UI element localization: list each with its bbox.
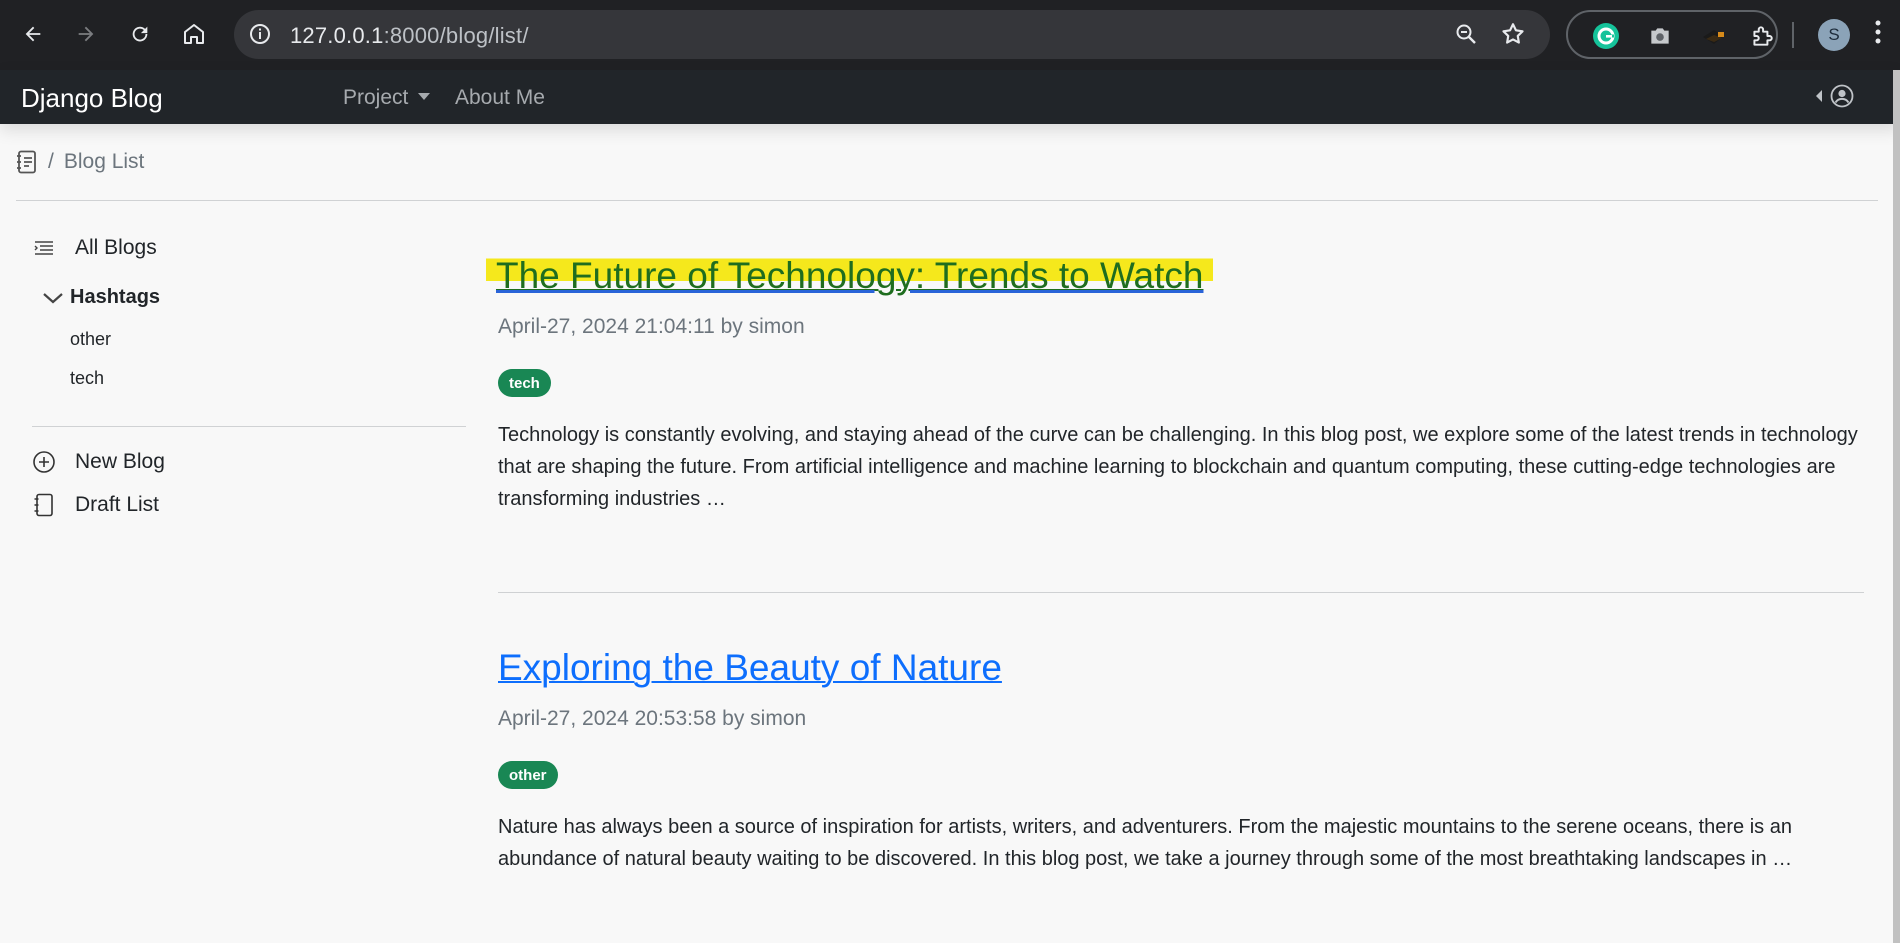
browser-toolbar: 127.0.0.1:8000/blog/list/ S — [0, 0, 1900, 70]
breadcrumb-separator: / — [48, 150, 54, 173]
hashtag-link-other[interactable]: other — [70, 329, 111, 350]
url-path: :8000/blog/list/ — [383, 23, 529, 48]
home-button[interactable] — [177, 17, 211, 51]
hashtag-link-tech[interactable]: tech — [70, 368, 104, 389]
address-bar[interactable]: 127.0.0.1:8000/blog/list/ — [234, 10, 1550, 59]
back-button[interactable] — [16, 17, 50, 51]
reload-button[interactable] — [123, 17, 157, 51]
forward-button[interactable] — [69, 17, 103, 51]
breadcrumb-current: Blog List — [63, 150, 145, 173]
camera-icon[interactable] — [1646, 22, 1674, 50]
header-divider — [16, 200, 1878, 201]
about-me-link[interactable]: About Me — [455, 86, 545, 110]
post-title-text: The Future of Technology: Trends to Watc… — [496, 255, 1204, 296]
sidebar-item-draft-list[interactable]: Draft List — [32, 493, 159, 517]
journal-text-icon[interactable] — [16, 150, 38, 174]
url-text[interactable]: 127.0.0.1:8000/blog/list/ — [290, 23, 529, 49]
hashtags-title: Hashtags — [70, 286, 161, 308]
sidebar-divider — [32, 426, 466, 427]
toolbar-divider — [1792, 22, 1794, 48]
draft-list-label: Draft List — [75, 493, 160, 516]
home-icon — [184, 24, 204, 44]
url-host: 127.0.0.1 — [290, 23, 384, 48]
hashtags-toggle[interactable]: Hashtags — [42, 286, 160, 309]
post-title-link[interactable]: Exploring the Beauty of Nature — [498, 647, 1002, 689]
list-nested-icon — [32, 236, 56, 260]
zoom-icon[interactable] — [1454, 22, 1478, 51]
cursor-extension-icon[interactable] — [1700, 22, 1728, 50]
post-excerpt: Technology is constantly evolving, and s… — [498, 424, 1858, 510]
project-label: Project — [343, 86, 409, 109]
extensions-puzzle-icon[interactable] — [1748, 22, 1776, 50]
post-tag-badge[interactable]: tech — [498, 369, 551, 397]
post-meta: April-27, 2024 20:53:58 by simon — [498, 707, 807, 730]
extensions-group — [1566, 10, 1778, 59]
page-scrollbar[interactable] — [1893, 70, 1900, 943]
forward-arrow-icon — [78, 26, 94, 42]
user-menu[interactable] — [1816, 84, 1854, 108]
profile-avatar[interactable]: S — [1818, 19, 1850, 51]
reload-icon — [132, 26, 148, 42]
back-arrow-icon — [25, 26, 41, 42]
post-divider — [498, 592, 1864, 593]
sidebar-item-new-blog[interactable]: New Blog — [32, 450, 165, 474]
post-tag-badge[interactable]: other — [498, 761, 558, 789]
journal-icon — [32, 493, 56, 517]
sidebar-item-all-blogs[interactable]: All Blogs — [32, 236, 157, 260]
browser-menu-icon[interactable] — [1874, 18, 1882, 51]
chevron-down-icon — [43, 292, 63, 303]
brand-link[interactable]: Django Blog — [21, 83, 163, 114]
all-blogs-label: All Blogs — [75, 236, 157, 259]
site-navbar: Django Blog Project About Me — [0, 70, 1900, 124]
post-title-link[interactable]: The Future of Technology: Trends to Watc… — [486, 255, 1214, 297]
project-dropdown[interactable]: Project — [343, 86, 431, 110]
user-circle-icon — [1830, 84, 1854, 108]
bookmark-star-icon[interactable] — [1500, 21, 1526, 52]
new-blog-label: New Blog — [75, 450, 165, 473]
scrollbar-thumb[interactable] — [1893, 70, 1900, 943]
post-meta: April-27, 2024 21:04:11 by simon — [498, 315, 805, 338]
caret-down-icon — [418, 92, 431, 100]
site-info-icon[interactable] — [248, 22, 272, 46]
breadcrumb: / Blog List — [16, 150, 144, 174]
plus-circle-icon — [32, 450, 56, 474]
post-excerpt: Nature has always been a source of inspi… — [498, 816, 1793, 870]
grammarly-icon[interactable] — [1592, 22, 1620, 50]
profile-initial: S — [1828, 25, 1840, 44]
caret-left-icon — [1816, 90, 1822, 102]
